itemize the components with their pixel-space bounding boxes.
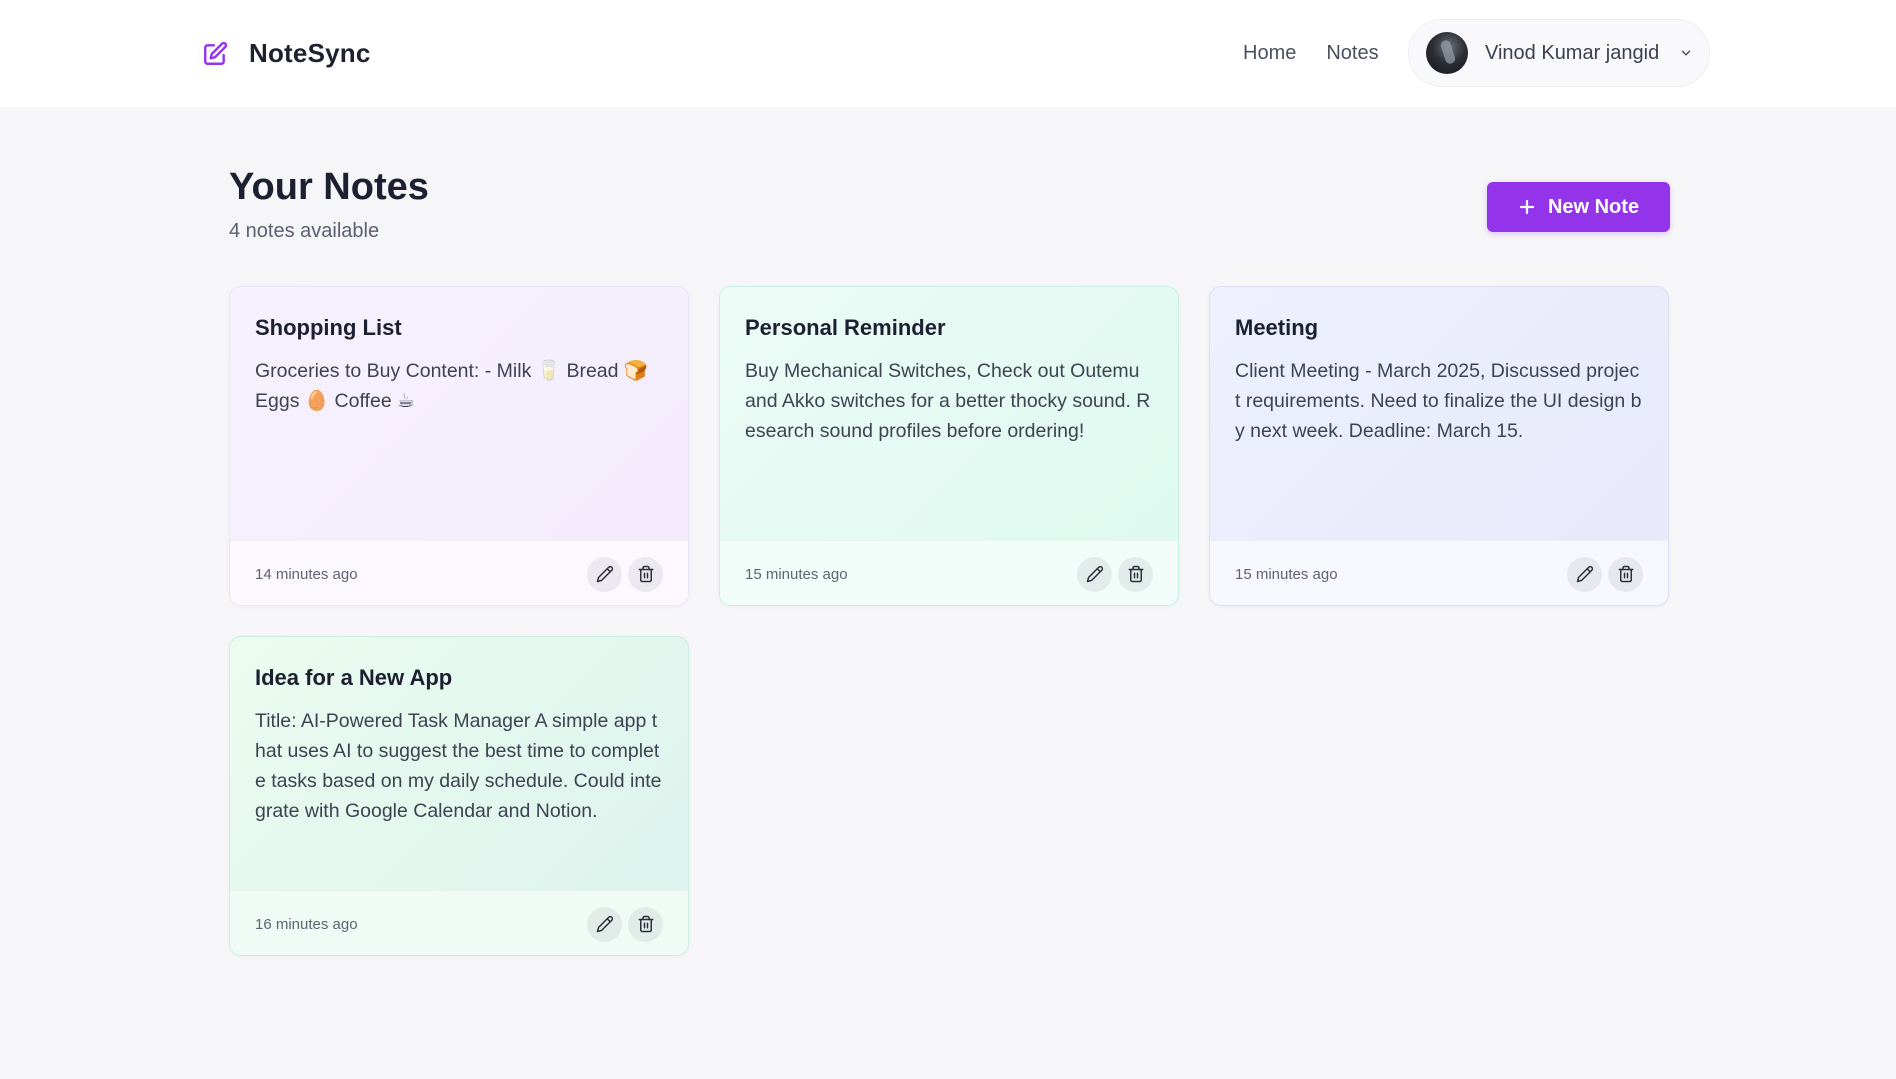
top-navbar: NoteSync Home Notes Vinod Kumar jangid <box>0 0 1896 107</box>
pencil-icon <box>596 915 613 933</box>
trash-icon <box>1128 565 1143 583</box>
note-title: Idea for a New App <box>255 665 453 690</box>
new-note-label: New Note <box>1547 195 1640 218</box>
note-card-footer: 15 minutes ago <box>720 540 1178 605</box>
note-timestamp: 16 minutes ago <box>255 915 358 933</box>
note-actions <box>1077 556 1153 592</box>
page-title: Your Notes <box>229 166 429 208</box>
note-card[interactable]: Idea for a New App Title: AI-Powered Tas… <box>229 636 689 956</box>
delete-note-button[interactable] <box>1118 556 1153 592</box>
note-title: Shopping List <box>255 315 402 340</box>
note-card[interactable]: Personal Reminder Buy Mechanical Switche… <box>719 286 1179 606</box>
user-name: Vinod Kumar jangid <box>1485 41 1660 64</box>
note-content: Client Meeting - March 2025, Discussed p… <box>1235 360 1642 443</box>
note-card-body: Personal Reminder Buy Mechanical Switche… <box>720 287 1178 540</box>
note-actions <box>587 556 663 592</box>
note-content: Buy Mechanical Switches, Check out Outem… <box>745 360 1151 443</box>
note-timestamp: 14 minutes ago <box>255 565 358 583</box>
edit-note-button[interactable] <box>1077 556 1112 592</box>
note-card[interactable]: Shopping List Groceries to Buy Content: … <box>229 286 689 606</box>
trash-icon <box>638 565 653 583</box>
user-menu-button[interactable]: Vinod Kumar jangid <box>1408 19 1710 87</box>
edit-note-button[interactable] <box>1567 556 1602 592</box>
pencil-icon <box>1086 565 1103 583</box>
user-avatar <box>1426 32 1468 74</box>
plus-icon <box>1519 199 1535 215</box>
delete-note-button[interactable] <box>628 906 663 942</box>
note-card-body: Idea for a New App Title: AI-Powered Tas… <box>230 637 688 890</box>
note-actions <box>1567 556 1643 592</box>
note-content: Groceries to Buy Content: - Milk 🥛 Bread… <box>255 360 649 413</box>
note-actions <box>587 906 663 942</box>
nav-link-home[interactable]: Home <box>1243 42 1296 65</box>
note-title: Personal Reminder <box>745 315 946 340</box>
brand-name: NoteSync <box>249 38 371 68</box>
delete-note-button[interactable] <box>1608 556 1643 592</box>
delete-note-button[interactable] <box>628 556 663 592</box>
note-card-footer: 15 minutes ago <box>1210 540 1668 605</box>
main-nav: Home Notes <box>1243 42 1379 65</box>
new-note-button[interactable]: New Note <box>1487 182 1670 232</box>
trash-icon <box>638 915 653 933</box>
note-title: Meeting <box>1235 315 1319 340</box>
note-card-footer: 16 minutes ago <box>230 890 688 955</box>
chevron-down-icon <box>1681 50 1691 56</box>
brand[interactable]: NoteSync <box>202 38 371 69</box>
pencil-icon <box>1576 565 1593 583</box>
pencil-icon <box>596 565 613 583</box>
edit-note-button[interactable] <box>587 906 622 942</box>
edit-note-button[interactable] <box>587 556 622 592</box>
note-card-footer: 14 minutes ago <box>230 540 688 605</box>
trash-icon <box>1618 565 1633 583</box>
note-timestamp: 15 minutes ago <box>1235 565 1338 583</box>
note-card-body: Shopping List Groceries to Buy Content: … <box>230 287 688 540</box>
note-card-body: Meeting Client Meeting - March 2025, Dis… <box>1210 287 1668 540</box>
nav-link-notes[interactable]: Notes <box>1326 42 1378 65</box>
note-content: Title: AI-Powered Task Manager A simple … <box>255 710 662 823</box>
edit-square-icon <box>204 41 228 65</box>
note-card[interactable]: Meeting Client Meeting - March 2025, Dis… <box>1209 286 1669 606</box>
notes-count: 4 notes available <box>229 220 380 242</box>
note-timestamp: 15 minutes ago <box>745 565 848 583</box>
